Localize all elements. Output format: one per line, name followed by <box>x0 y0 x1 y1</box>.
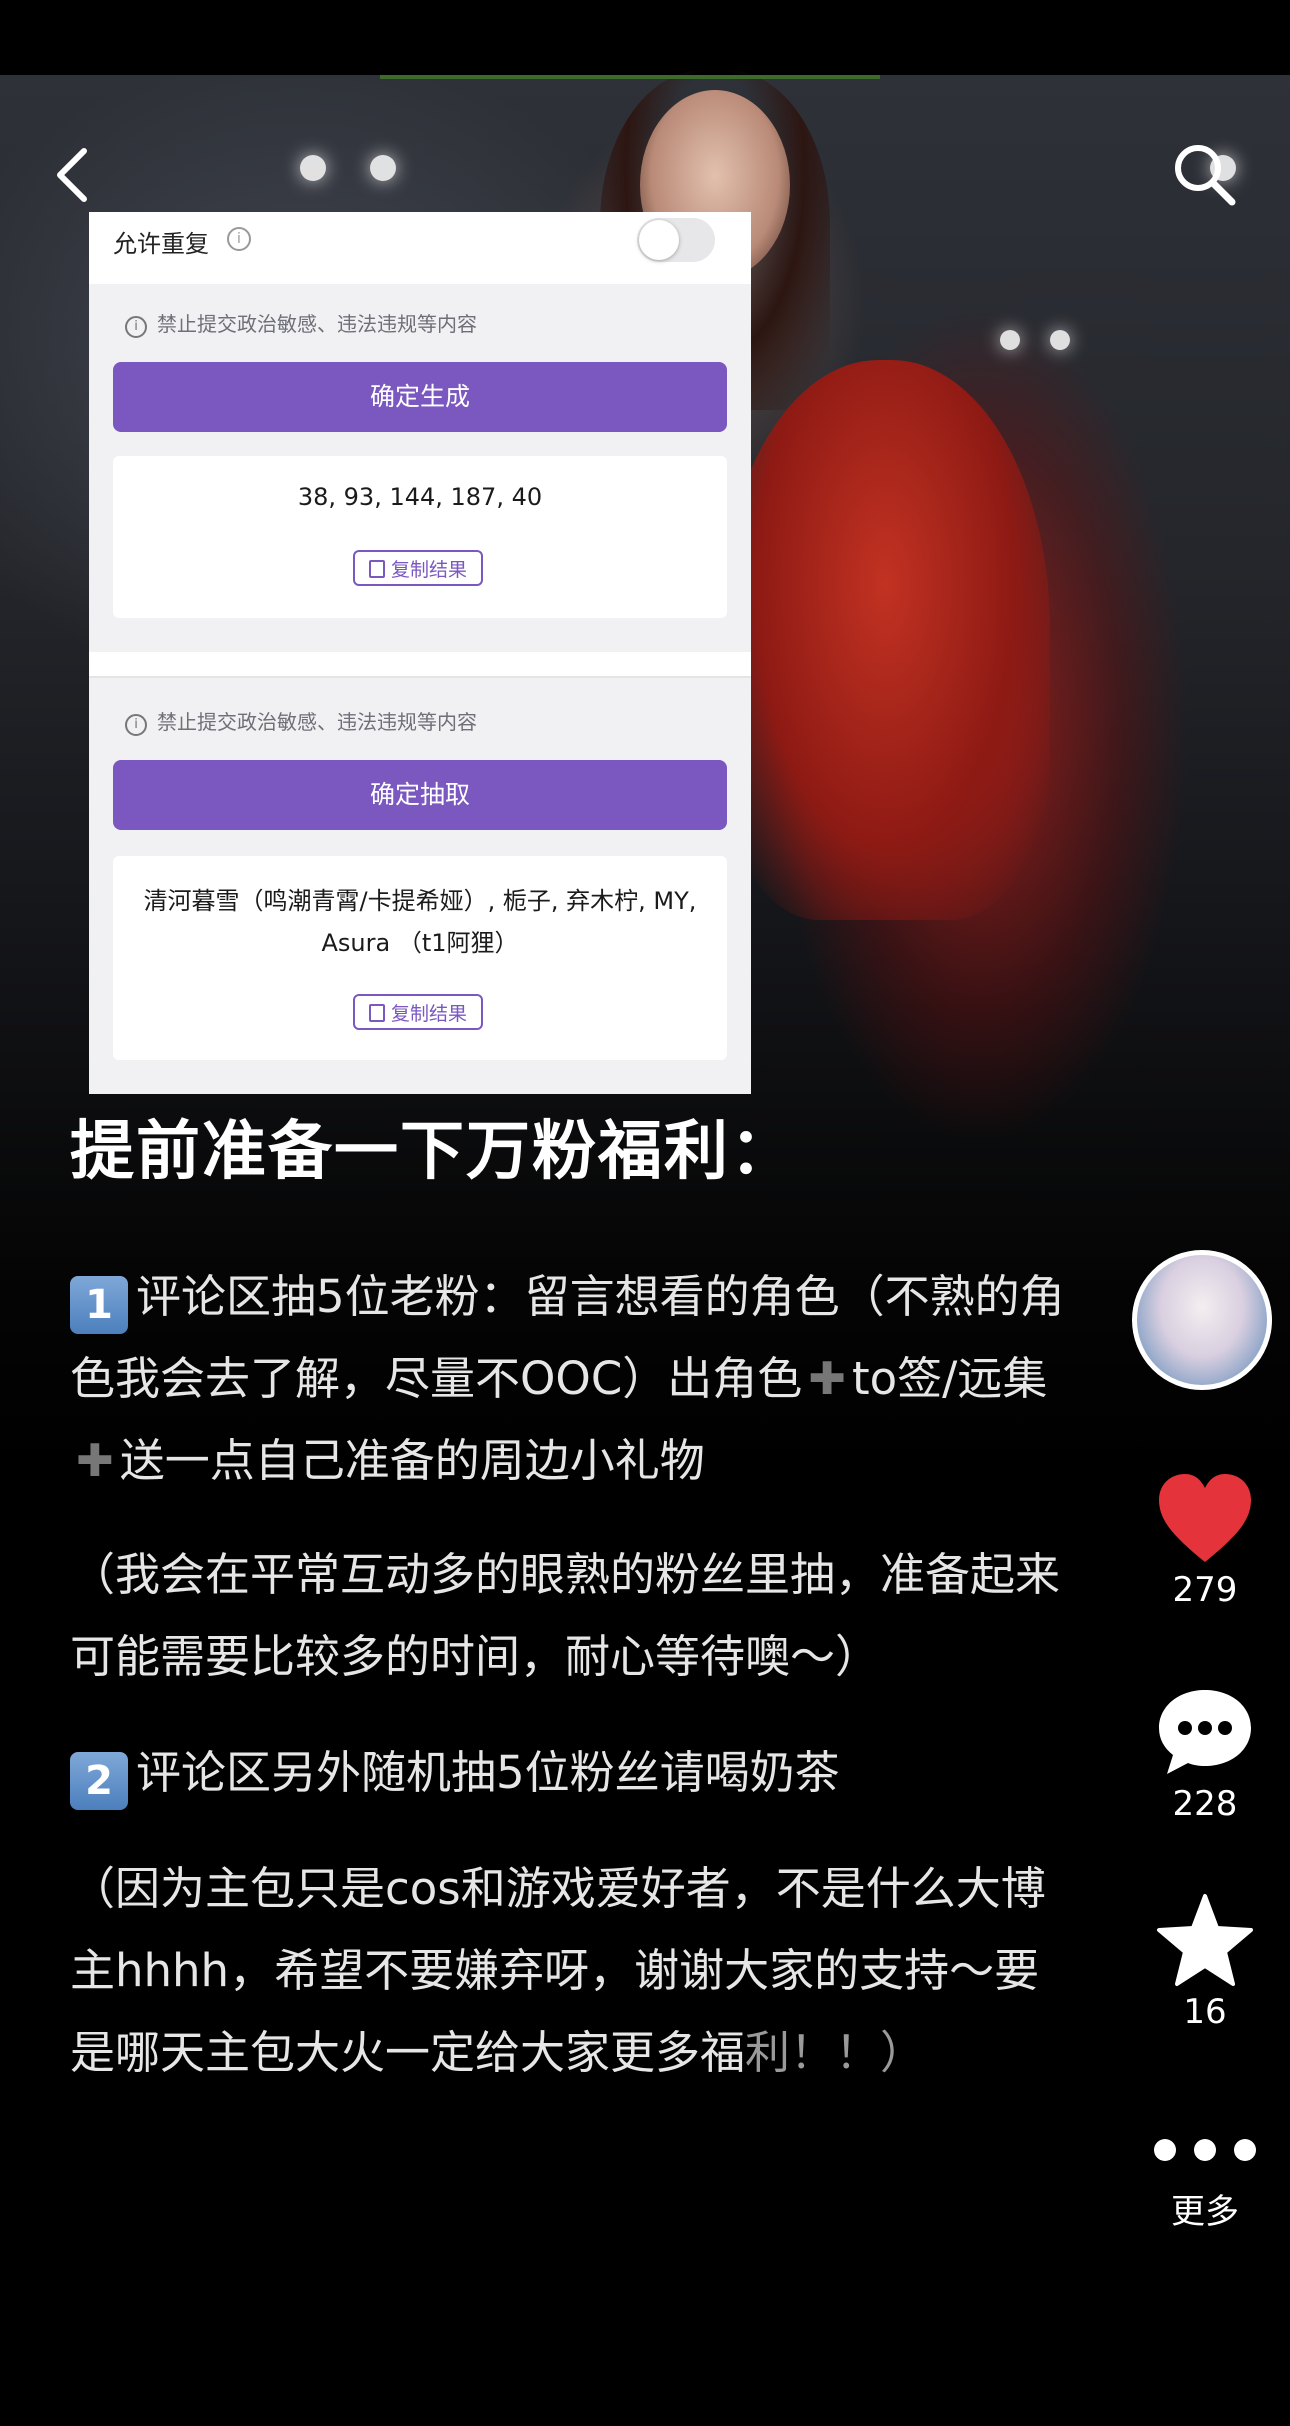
random-tool-screenshot: 允许重复 i i 禁止提交政治敏感、违法违规等内容 确定生成 38, 93, 14… <box>89 212 751 1094</box>
ceiling-light <box>370 155 396 181</box>
notice-text: i 禁止提交政治敏感、违法违规等内容 <box>125 706 477 736</box>
draw-button[interactable]: 确定抽取 <box>113 760 727 830</box>
chevron-left-icon[interactable] <box>52 145 92 205</box>
info-icon: i <box>125 714 147 736</box>
more-dots-icon <box>1154 2139 1256 2161</box>
like-action[interactable]: 279 <box>1130 1470 1280 1610</box>
copy-icon <box>368 1004 385 1022</box>
notice-label: 禁止提交政治敏感、违法违规等内容 <box>157 312 477 336</box>
post-note-2: （因为主包只是cos和游戏爱好者，不是什么大博主hhhh，希望不要嫌弃呀，谢谢大… <box>70 1848 1080 2094</box>
ceiling-light <box>1000 330 1020 350</box>
notice-text: i 禁止提交政治敏感、违法违规等内容 <box>125 308 477 338</box>
author-avatar[interactable] <box>1132 1250 1272 1390</box>
heart-icon <box>1159 1474 1251 1562</box>
more-label: 更多 <box>1171 2192 1239 2232</box>
info-icon: i <box>227 227 251 251</box>
comment-action[interactable]: 228 <box>1130 1684 1280 1824</box>
info-icon: i <box>125 316 147 338</box>
ceiling-light <box>1050 330 1070 350</box>
star-icon <box>1157 1894 1253 1986</box>
post-item-2: 2 评论区另外随机抽5位粉丝请喝奶茶 <box>70 1732 1080 1814</box>
copy-label: 复制结果 <box>390 1003 467 1025</box>
number-badge: 2 <box>70 1752 128 1810</box>
allow-repeat-row: 允许重复 i <box>89 212 751 284</box>
copy-result-button[interactable]: 复制结果 <box>353 994 483 1030</box>
toggle-knob <box>639 220 679 260</box>
divider-strip <box>89 652 751 678</box>
item2-text: 评论区另外随机抽5位粉丝请喝奶茶 <box>136 1746 840 1799</box>
search-icon[interactable] <box>1170 140 1240 210</box>
result-numbers: 38, 93, 144, 187, 40 <box>297 483 543 511</box>
copy-result-button[interactable]: 复制结果 <box>353 550 483 586</box>
copy-icon <box>368 560 385 578</box>
more-action[interactable]: 更多 <box>1130 2130 1280 2233</box>
copy-label: 复制结果 <box>390 559 467 581</box>
result-box: 38, 93, 144, 187, 40 复制结果 <box>113 456 727 618</box>
comment-count: 228 <box>1172 1784 1238 1824</box>
favorite-count: 16 <box>1183 1992 1227 2032</box>
result-names: 清河暮雪（鸣潮青霄/卡提希娅）, 栀子, 弃木柠, MY, Asura （t1阿… <box>143 887 697 957</box>
allow-repeat-label: 允许重复 <box>113 230 209 258</box>
plus-icon: ✚ <box>76 1434 114 1487</box>
note2-tail: 利！！） <box>745 2026 926 2079</box>
result-box: 清河暮雪（鸣潮青霄/卡提希娅）, 栀子, 弃木柠, MY, Asura （t1阿… <box>113 856 727 1060</box>
favorite-action[interactable]: 16 <box>1130 1892 1280 2032</box>
item1-text: 送一点自己准备的周边小礼物 <box>119 1434 705 1487</box>
generate-button[interactable]: 确定生成 <box>113 362 727 432</box>
item1-text: to签/远集 <box>851 1352 1048 1405</box>
allow-repeat-toggle[interactable] <box>637 218 715 262</box>
cosplayer-costume <box>720 360 1050 920</box>
top-strip <box>380 75 880 79</box>
notice-label: 禁止提交政治敏感、违法违规等内容 <box>157 710 477 734</box>
ceiling-light <box>300 155 326 181</box>
number-badge: 1 <box>70 1276 128 1334</box>
comment-icon <box>1159 1690 1251 1774</box>
plus-icon: ✚ <box>808 1352 846 1405</box>
like-count: 279 <box>1172 1570 1238 1610</box>
post-item-1: 1 评论区抽5位老粉：留言想看的角色（不熟的角色我会去了解，尽量不OOC）出角色 ✚… <box>70 1256 1080 1502</box>
post-title: 提前准备一下万粉福利： <box>70 1115 796 1189</box>
post-note-1: （我会在平常互动多的眼熟的粉丝里抽，准备起来可能需要比较多的时间，耐心等待噢～） <box>70 1548 1061 1683</box>
